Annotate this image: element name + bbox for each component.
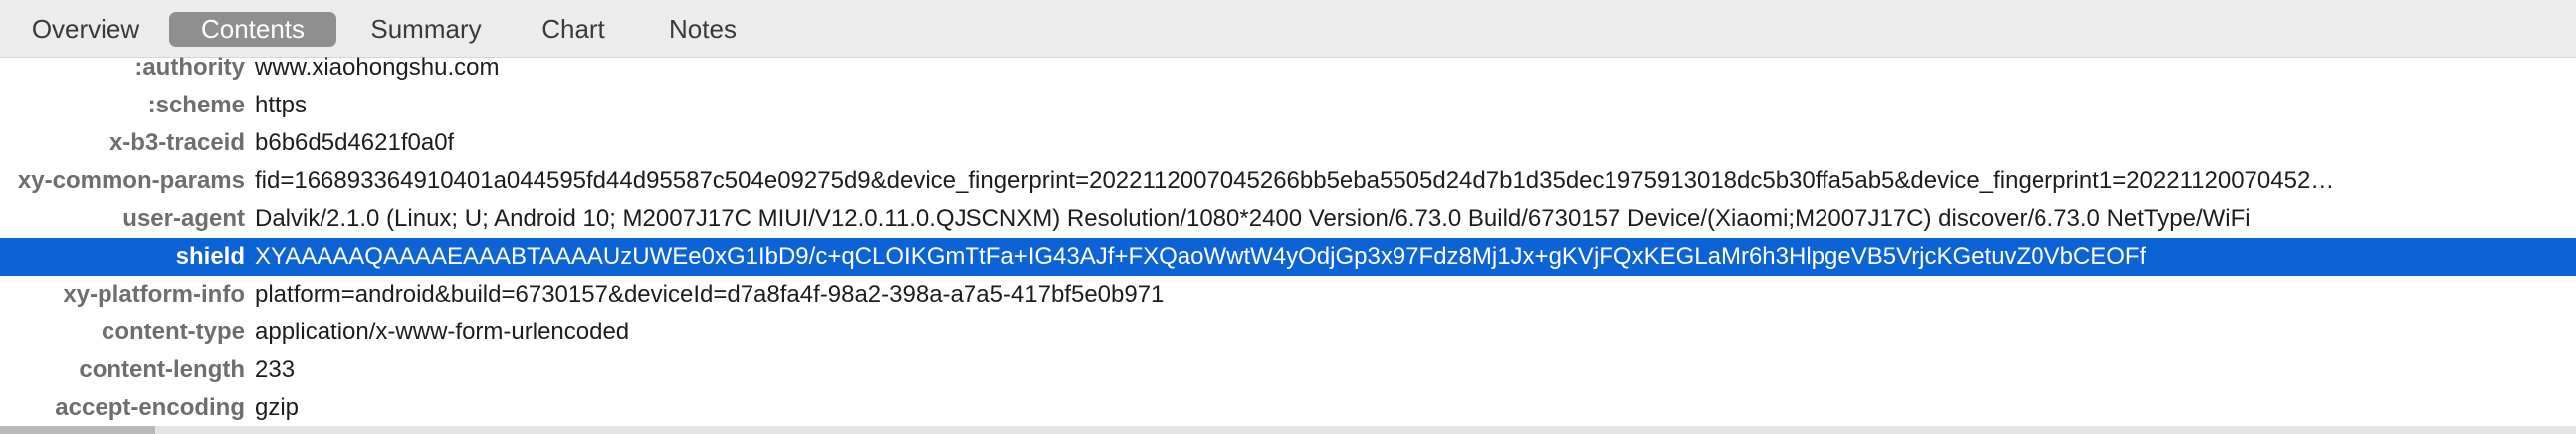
header-key: content-type — [102, 319, 245, 345]
header-value: 233 — [255, 356, 296, 383]
header-row-user-agent[interactable]: user-agent Dalvik/2.1.0 (Linux; U; Andro… — [0, 200, 2576, 238]
header-row-content-type[interactable]: content-type application/x-www-form-urle… — [0, 314, 2576, 351]
header-row-accept-encoding[interactable]: accept-encoding gzip — [0, 389, 2576, 427]
header-value: gzip — [255, 394, 300, 421]
header-value: www.xiaohongshu.com — [255, 54, 500, 81]
tab-notes[interactable]: Notes — [653, 12, 752, 47]
header-key: x-b3-traceid — [108, 129, 245, 156]
tab-summary[interactable]: Summary — [352, 12, 500, 47]
header-key: xy-common-params — [17, 167, 245, 194]
header-row-x-b3-traceid[interactable]: x-b3-traceid b6b6d5d4621f0a0f — [0, 124, 2576, 162]
header-table: :authority www.xiaohongshu.com :scheme h… — [0, 49, 2576, 427]
header-row-authority[interactable]: :authority www.xiaohongshu.com — [0, 49, 2576, 87]
header-value: b6b6d5d4621f0a0f — [255, 129, 455, 156]
tab-contents[interactable]: Contents — [169, 12, 336, 47]
header-key: :scheme — [147, 92, 245, 118]
contents-inspector: Overview Contents Summary Chart Notes :a… — [0, 0, 2576, 434]
header-row-scheme[interactable]: :scheme https — [0, 87, 2576, 124]
header-row-shield[interactable]: shield XYAAAAAQAAAAEAAABTAAAAUzUWEe0xG1I… — [0, 238, 2576, 276]
header-value: https — [255, 92, 308, 118]
horizontal-scrollbar-thumb[interactable] — [0, 426, 155, 434]
header-value: Dalvik/2.1.0 (Linux; U; Android 10; M200… — [255, 205, 2251, 232]
header-key: :authority — [134, 54, 245, 81]
header-key: user-agent — [122, 205, 245, 232]
horizontal-scrollbar-track[interactable] — [0, 426, 2576, 434]
header-row-xy-platform-info[interactable]: xy-platform-info platform=android&build=… — [0, 276, 2576, 314]
header-value: XYAAAAAQAAAAEAAABTAAAAUzUWEe0xG1IbD9/c+q… — [255, 243, 2147, 270]
header-value: application/x-www-form-urlencoded — [255, 319, 630, 345]
header-row-content-length[interactable]: content-length 233 — [0, 351, 2576, 389]
header-key: accept-encoding — [55, 394, 245, 421]
header-key: content-length — [79, 356, 245, 383]
header-key: shield — [175, 243, 245, 270]
header-key: xy-platform-info — [63, 281, 245, 308]
header-value: platform=android&build=6730157&deviceId=… — [255, 281, 1165, 308]
tab-chart[interactable]: Chart — [522, 12, 625, 47]
header-value: fid=166893364910401a044595fd44d95587c504… — [255, 167, 2335, 194]
header-row-xy-common-params[interactable]: xy-common-params fid=166893364910401a044… — [0, 162, 2576, 200]
tab-overview[interactable]: Overview — [14, 12, 157, 47]
